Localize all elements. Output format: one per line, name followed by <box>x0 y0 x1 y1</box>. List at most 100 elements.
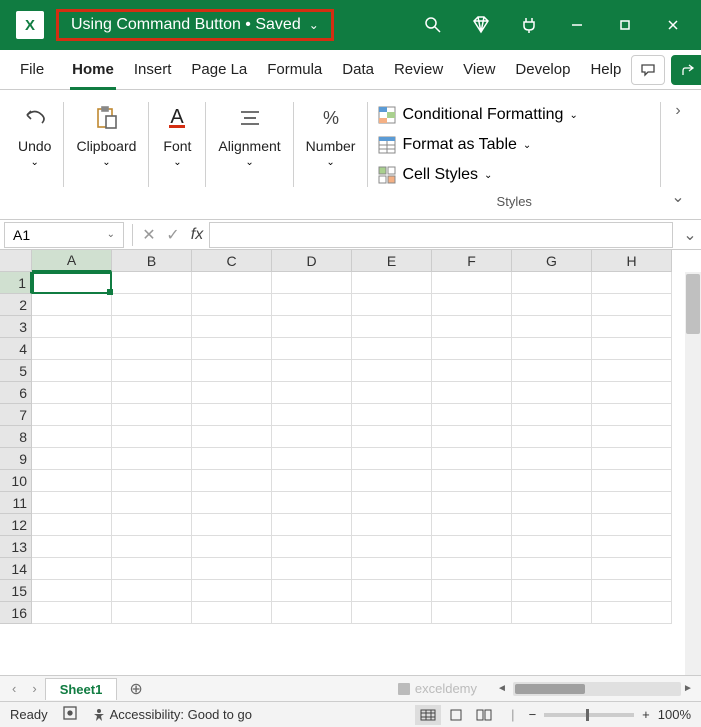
row-header[interactable]: 1 <box>0 272 32 294</box>
cell[interactable] <box>592 338 672 360</box>
cell[interactable] <box>352 448 432 470</box>
tab-formulas[interactable]: Formula <box>257 50 332 90</box>
vertical-scrollbar[interactable] <box>685 272 701 675</box>
column-header[interactable]: F <box>432 250 512 272</box>
ribbon-overflow-button[interactable]: › <box>675 102 680 120</box>
cell[interactable] <box>272 404 352 426</box>
cell[interactable] <box>512 294 592 316</box>
cell[interactable] <box>192 360 272 382</box>
tab-home[interactable]: Home <box>62 50 124 90</box>
cell[interactable] <box>352 514 432 536</box>
cell[interactable] <box>352 580 432 602</box>
cell[interactable] <box>352 360 432 382</box>
cell[interactable] <box>352 602 432 624</box>
ribbon-group-font[interactable]: A Font ⌄ <box>151 94 203 215</box>
cell[interactable] <box>352 470 432 492</box>
search-button[interactable] <box>409 1 457 49</box>
cell[interactable] <box>432 536 512 558</box>
tab-view[interactable]: View <box>453 50 505 90</box>
cell[interactable] <box>592 492 672 514</box>
accessibility-button[interactable]: Accessibility: Good to go <box>92 707 252 722</box>
cell[interactable] <box>272 360 352 382</box>
cell[interactable] <box>592 382 672 404</box>
cell[interactable] <box>272 602 352 624</box>
cell[interactable] <box>272 580 352 602</box>
macro-record-button[interactable] <box>62 705 78 724</box>
conditional-formatting-button[interactable]: Conditional Formatting ⌄ <box>374 100 654 130</box>
hscroll-left[interactable]: ◄ <box>497 683 511 694</box>
cell[interactable] <box>592 514 672 536</box>
column-header[interactable]: G <box>512 250 592 272</box>
tab-insert[interactable]: Insert <box>124 50 182 90</box>
cell[interactable] <box>592 404 672 426</box>
cell[interactable] <box>432 514 512 536</box>
zoom-control[interactable]: − + 100% <box>529 707 691 722</box>
cell[interactable] <box>432 558 512 580</box>
cell[interactable] <box>32 360 112 382</box>
zoom-slider[interactable] <box>544 713 634 717</box>
cell[interactable] <box>32 294 112 316</box>
cell[interactable] <box>272 338 352 360</box>
scrollbar-thumb[interactable] <box>686 274 700 334</box>
cell[interactable] <box>272 470 352 492</box>
formula-bar[interactable] <box>209 222 673 248</box>
sheet-nav-next[interactable]: › <box>24 681 44 696</box>
cell[interactable] <box>432 360 512 382</box>
cell[interactable] <box>192 448 272 470</box>
cell[interactable] <box>32 470 112 492</box>
cell[interactable] <box>512 316 592 338</box>
cell[interactable] <box>32 536 112 558</box>
row-header[interactable]: 3 <box>0 316 32 338</box>
cell[interactable] <box>512 338 592 360</box>
zoom-out-button[interactable]: − <box>529 707 537 722</box>
cell[interactable] <box>512 272 592 294</box>
cell[interactable] <box>112 448 192 470</box>
cell[interactable] <box>112 536 192 558</box>
cell[interactable] <box>272 558 352 580</box>
row-header[interactable]: 11 <box>0 492 32 514</box>
cell[interactable] <box>32 602 112 624</box>
cell[interactable] <box>352 426 432 448</box>
cell[interactable] <box>192 514 272 536</box>
cell[interactable] <box>192 316 272 338</box>
cell-styles-button[interactable]: Cell Styles ⌄ <box>374 160 654 190</box>
row-header[interactable]: 13 <box>0 536 32 558</box>
cell[interactable] <box>592 536 672 558</box>
cell[interactable] <box>192 404 272 426</box>
cell[interactable] <box>192 602 272 624</box>
cell[interactable] <box>272 536 352 558</box>
cell[interactable] <box>192 338 272 360</box>
cell[interactable] <box>32 382 112 404</box>
cell[interactable] <box>512 492 592 514</box>
cell[interactable] <box>112 470 192 492</box>
add-sheet-button[interactable]: ⊕ <box>117 679 154 699</box>
cell[interactable] <box>112 294 192 316</box>
cell[interactable] <box>192 492 272 514</box>
cell[interactable] <box>592 316 672 338</box>
maximize-button[interactable] <box>601 1 649 49</box>
cell[interactable] <box>112 360 192 382</box>
cell[interactable] <box>112 404 192 426</box>
cell[interactable] <box>112 382 192 404</box>
cell[interactable] <box>432 580 512 602</box>
zoom-value[interactable]: 100% <box>658 707 691 722</box>
cell[interactable] <box>432 602 512 624</box>
document-title[interactable]: Using Command Button • Saved ⌄ <box>56 9 334 41</box>
cell[interactable] <box>592 360 672 382</box>
cell[interactable] <box>352 294 432 316</box>
cell[interactable] <box>432 404 512 426</box>
expand-formula-bar-button[interactable]: ⌄ <box>679 225 701 245</box>
excel-app-icon[interactable]: X <box>16 11 44 39</box>
cell[interactable] <box>112 580 192 602</box>
cell[interactable] <box>112 514 192 536</box>
ribbon-group-clipboard[interactable]: Clipboard ⌄ <box>66 94 146 215</box>
cell[interactable] <box>432 294 512 316</box>
minimize-button[interactable] <box>553 1 601 49</box>
cell[interactable] <box>432 382 512 404</box>
cell[interactable] <box>592 448 672 470</box>
cell[interactable] <box>112 558 192 580</box>
cell[interactable] <box>432 492 512 514</box>
zoom-thumb[interactable] <box>586 709 589 721</box>
cell[interactable] <box>352 272 432 294</box>
cell[interactable] <box>112 492 192 514</box>
